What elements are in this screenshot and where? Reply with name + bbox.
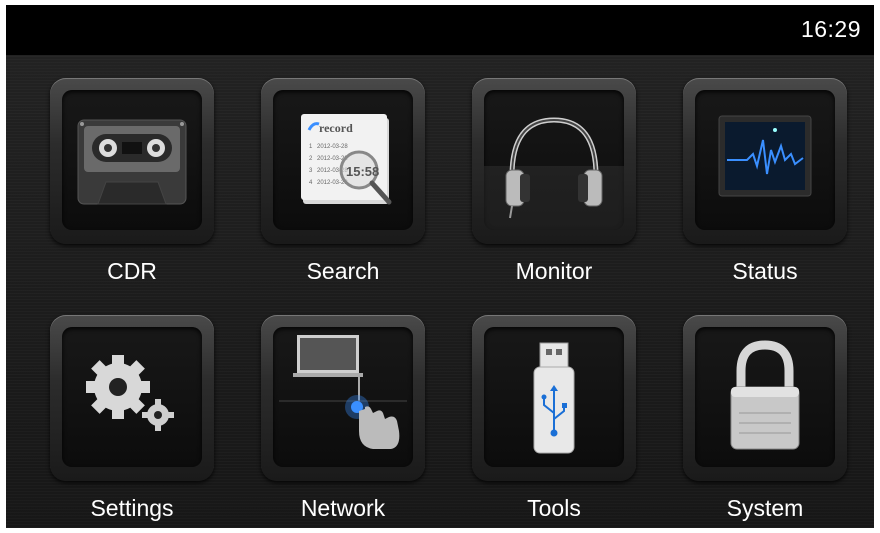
status-bar: 16:29 xyxy=(6,5,874,55)
waveform-monitor-icon xyxy=(718,115,812,197)
tile-system[interactable]: System xyxy=(683,315,847,521)
svg-text:2012-03-28: 2012-03-28 xyxy=(317,144,348,150)
tile-label: Status xyxy=(732,258,798,284)
headphones-icon xyxy=(484,117,624,230)
tile-settings[interactable]: Settings xyxy=(50,315,214,521)
tile-label: CDR xyxy=(107,258,157,284)
padlock-icon xyxy=(730,340,800,450)
tile-label: System xyxy=(726,495,804,521)
record-title: record xyxy=(319,121,353,135)
tile-tools[interactable]: Tools xyxy=(472,315,636,521)
tile-label: Monitor xyxy=(515,258,593,284)
settings-button[interactable] xyxy=(50,315,214,481)
tile-label: Tools xyxy=(527,495,581,521)
cdr-button[interactable] xyxy=(50,78,214,244)
cassette-tape-icon xyxy=(77,119,187,205)
system-button[interactable] xyxy=(683,315,847,481)
tile-network[interactable]: Network xyxy=(261,315,425,521)
tile-search[interactable]: record 1 2012-03-28 2 2012-03-28 3 2012-… xyxy=(261,78,425,284)
search-button[interactable]: record 1 2012-03-28 2 2012-03-28 3 2012-… xyxy=(261,78,425,244)
home-screen: 16:29 CDR record 1 2012-03-28 2 2012-03-… xyxy=(6,5,874,528)
tile-monitor[interactable]: Monitor xyxy=(472,78,636,284)
tile-label: Settings xyxy=(90,495,174,521)
monitor-button[interactable] xyxy=(472,78,636,244)
record-search-icon: record 1 2012-03-28 2 2012-03-28 3 2012-… xyxy=(301,114,392,205)
network-touch-icon xyxy=(279,335,407,449)
tools-button[interactable] xyxy=(472,315,636,481)
tile-cdr[interactable]: CDR xyxy=(50,78,214,284)
svg-text:15:58: 15:58 xyxy=(346,164,379,179)
clock: 16:29 xyxy=(800,16,861,42)
tile-label: Network xyxy=(300,495,386,521)
usb-drive-icon xyxy=(533,342,575,454)
tile-label: Search xyxy=(306,258,380,284)
gears-icon xyxy=(86,355,174,431)
tile-status[interactable]: Status xyxy=(683,78,847,284)
network-button[interactable] xyxy=(261,315,425,481)
status-button[interactable] xyxy=(683,78,847,244)
